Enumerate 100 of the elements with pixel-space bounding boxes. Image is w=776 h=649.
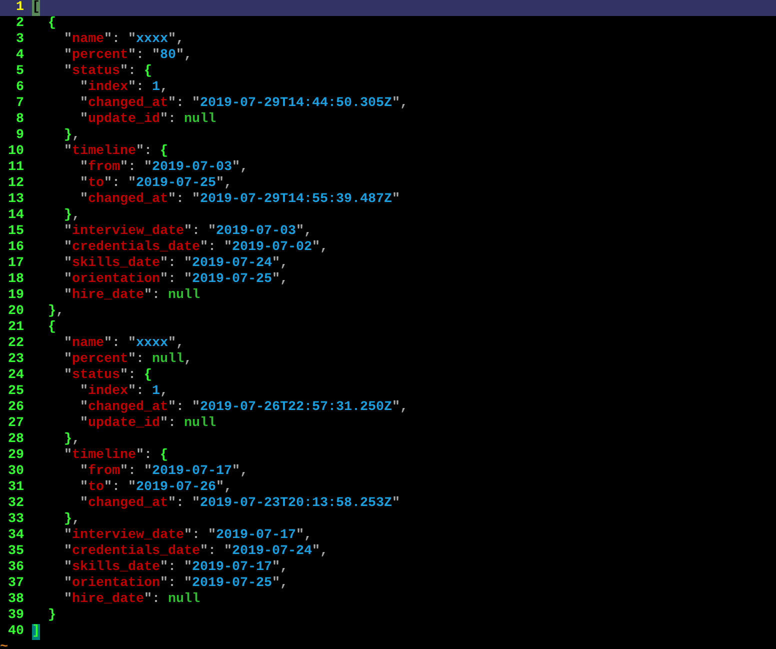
brace: { — [144, 368, 152, 384]
punctuation: " — [78, 496, 88, 512]
json-key: orientation — [72, 576, 160, 592]
punctuation: ", — [176, 48, 192, 64]
json-key: to — [88, 480, 104, 496]
line-number: 4 — [16, 48, 24, 64]
punctuation: ", — [216, 176, 232, 192]
line-number: 9 — [16, 128, 24, 144]
punctuation: ": " — [168, 96, 200, 112]
string-value: 2019-07-24 — [232, 544, 312, 560]
punctuation: " — [62, 288, 72, 304]
json-key: credentials_date — [72, 544, 200, 560]
string-value: 2019-07-29T14:44:50.305Z — [200, 96, 392, 112]
line-number: 40 — [8, 624, 24, 640]
json-key: changed_at — [88, 192, 168, 208]
string-value: 2019-07-26 — [136, 480, 216, 496]
punctuation: ": " — [160, 560, 192, 576]
line-number: 25 — [8, 384, 24, 400]
punctuation: " — [392, 496, 400, 512]
line-number: 15 — [8, 224, 24, 240]
line-number: 5 — [16, 64, 24, 80]
json-key: update_id — [88, 416, 160, 432]
line-number: 12 — [8, 176, 24, 192]
punctuation: , — [184, 352, 192, 368]
brace: } — [46, 608, 56, 624]
punctuation: " — [78, 80, 88, 96]
punctuation: ": — [128, 352, 145, 368]
punctuation: ": " — [160, 272, 192, 288]
punctuation: " — [78, 416, 88, 432]
line-number: 38 — [8, 592, 24, 608]
string-value: 2019-07-26T22:57:31.250Z — [200, 400, 392, 416]
null-value: null — [184, 112, 216, 128]
punctuation: " — [62, 448, 72, 464]
json-key: hire_date — [72, 592, 144, 608]
matched-bracket: ] — [32, 624, 40, 640]
punctuation: ": " — [168, 400, 200, 416]
brace: } — [62, 208, 72, 224]
punctuation: ": — [144, 288, 161, 304]
line-number: 24 — [8, 368, 24, 384]
punctuation: ": " — [184, 224, 216, 240]
line-number: 8 — [16, 112, 24, 128]
string-value: xxxx — [136, 32, 168, 48]
line-number: 11 — [8, 160, 24, 176]
punctuation: ", — [312, 544, 328, 560]
punctuation: " — [62, 272, 72, 288]
punctuation: ", — [232, 464, 248, 480]
brace: } — [62, 432, 72, 448]
punctuation: ": — [136, 448, 153, 464]
line-number: 1 — [16, 0, 24, 16]
punctuation: " — [62, 336, 72, 352]
line-number: 3 — [16, 32, 24, 48]
punctuation: ": " — [160, 256, 192, 272]
punctuation: ": " — [104, 32, 136, 48]
punctuation: ", — [392, 96, 408, 112]
punctuation: ": " — [160, 576, 192, 592]
json-key: interview_date — [72, 528, 184, 544]
json-key: status — [72, 368, 120, 384]
line-number: 30 — [8, 464, 24, 480]
punctuation: " — [62, 256, 72, 272]
punctuation: " — [62, 224, 72, 240]
punctuation: " — [62, 576, 72, 592]
json-key: status — [72, 64, 120, 80]
json-key: from — [88, 160, 120, 176]
json-key: interview_date — [72, 224, 184, 240]
punctuation: " — [78, 96, 88, 112]
punctuation: ", — [232, 160, 248, 176]
string-value: 2019-07-17 — [152, 464, 232, 480]
punctuation: ": " — [128, 48, 160, 64]
line-number: 10 — [8, 144, 24, 160]
punctuation: , — [72, 128, 80, 144]
punctuation: , — [160, 384, 168, 400]
line-number: 35 — [8, 544, 24, 560]
json-key: timeline — [72, 448, 136, 464]
line-number: 28 — [8, 432, 24, 448]
brace: { — [46, 320, 56, 336]
json-key: changed_at — [88, 96, 168, 112]
null-value: null — [168, 592, 200, 608]
punctuation: " — [78, 480, 88, 496]
punctuation: ": " — [104, 480, 136, 496]
string-value: 2019-07-24 — [192, 256, 272, 272]
line-number: 33 — [8, 512, 24, 528]
json-key: percent — [72, 352, 128, 368]
punctuation: " — [62, 144, 72, 160]
punctuation: ": — [120, 368, 137, 384]
punctuation: " — [62, 352, 72, 368]
punctuation: ": " — [168, 192, 200, 208]
punctuation: ", — [392, 400, 408, 416]
punctuation: ": — [160, 416, 177, 432]
json-key: skills_date — [72, 256, 160, 272]
json-key: name — [72, 32, 104, 48]
json-key: update_id — [88, 112, 160, 128]
line-number: 34 — [8, 528, 24, 544]
json-key: percent — [72, 48, 128, 64]
punctuation: " — [62, 560, 72, 576]
punctuation: " — [62, 368, 72, 384]
punctuation: " — [392, 192, 400, 208]
number-value: 1 — [152, 80, 160, 96]
json-key: skills_date — [72, 560, 160, 576]
punctuation: " — [78, 464, 88, 480]
punctuation: ": " — [120, 464, 152, 480]
